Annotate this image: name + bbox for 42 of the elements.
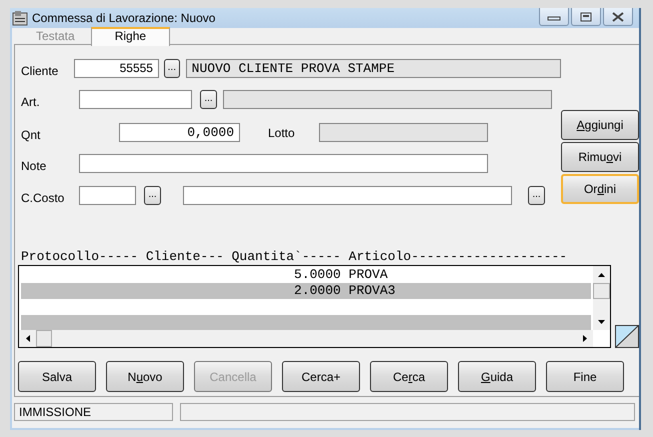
app-icon bbox=[12, 10, 28, 26]
horizontal-scrollbar[interactable] bbox=[19, 330, 610, 347]
field-label: Cliente bbox=[21, 63, 60, 78]
input-field[interactable]: 0,0000 bbox=[119, 122, 240, 142]
minimize-button[interactable] bbox=[539, 8, 569, 26]
action-button[interactable]: Cerca+ bbox=[282, 361, 360, 392]
action-button[interactable]: Cerca bbox=[370, 361, 448, 392]
browse-button[interactable]: ... bbox=[144, 186, 161, 204]
window-title: Commessa di Lavorazione: Nuovo bbox=[32, 11, 216, 25]
input-field[interactable] bbox=[79, 186, 136, 204]
close-button[interactable] bbox=[603, 8, 633, 26]
list-header: Protocollo----- Cliente--- Quantita`----- Articolo-------------------- bbox=[21, 249, 568, 265]
action-button[interactable]: Ordini bbox=[561, 174, 639, 204]
browse-button[interactable]: ... bbox=[200, 90, 217, 108]
input-field[interactable] bbox=[183, 186, 512, 204]
readonly-field: NUOVO CLIENTE PROVA STAMPE bbox=[186, 58, 561, 78]
resize-triangle-icon[interactable] bbox=[615, 325, 639, 348]
close-icon bbox=[611, 12, 625, 22]
status-field: IMMISSIONE bbox=[14, 403, 173, 421]
browse-button[interactable]: ... bbox=[164, 58, 180, 78]
input-field[interactable] bbox=[79, 154, 488, 172]
field-label: C.Costo bbox=[21, 190, 66, 205]
field-label: Note bbox=[21, 158, 48, 173]
action-button[interactable]: Rimuovi bbox=[561, 142, 639, 172]
action-button[interactable]: Aggiungi bbox=[561, 110, 639, 140]
field-label: Art. bbox=[21, 94, 41, 109]
input-field[interactable] bbox=[79, 90, 192, 108]
input-field[interactable]: 55555 bbox=[74, 58, 159, 78]
list-row[interactable]: 2.0000 PROVA3 bbox=[21, 283, 591, 299]
field-label: Qnt bbox=[21, 127, 42, 142]
action-button[interactable]: Salva bbox=[18, 361, 96, 392]
browse-button[interactable]: ... bbox=[528, 186, 545, 204]
action-button[interactable]: Fine bbox=[546, 361, 624, 392]
field-label: Lotto bbox=[268, 125, 296, 140]
tab[interactable]: Righe bbox=[90, 27, 170, 46]
action-button[interactable]: Guida bbox=[458, 361, 536, 392]
vertical-scrollbar[interactable] bbox=[593, 266, 610, 330]
maximize-button[interactable] bbox=[571, 8, 601, 26]
maximize-icon bbox=[580, 12, 592, 22]
scroll-thumb[interactable] bbox=[593, 283, 610, 299]
scroll-thumb[interactable] bbox=[36, 330, 52, 347]
action-button[interactable]: Nuovo bbox=[106, 361, 184, 392]
